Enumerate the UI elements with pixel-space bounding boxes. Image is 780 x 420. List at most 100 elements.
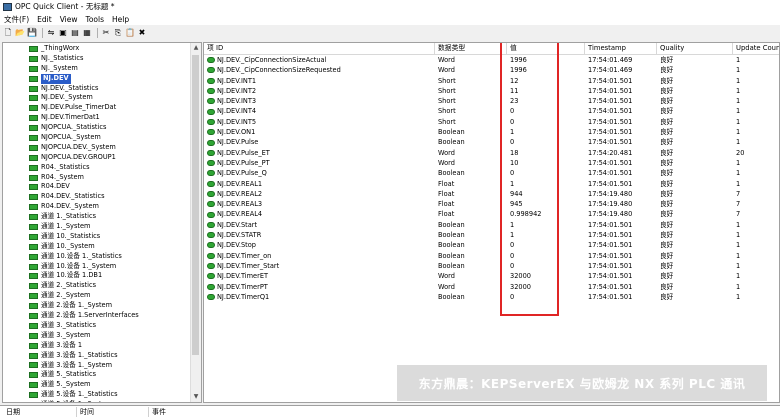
table-row[interactable]: NJ.DEV.Start Boolean 1 17:54:01.501 良好 1: [204, 220, 779, 230]
tree-item[interactable]: NJOPCUA._Statistics: [3, 123, 191, 133]
tree-item[interactable]: 通道 5.设备 1._System: [3, 400, 191, 402]
table-row[interactable]: NJ.DEV.TimerPT Word 32000 17:54:01.501 良好 1: [204, 282, 779, 292]
tree-item[interactable]: R04.DEV: [3, 182, 191, 192]
tree-item[interactable]: R04._Statistics: [3, 163, 191, 173]
table-row[interactable]: NJ.DEV.INT4 Short 0 17:54:01.501 良好 1: [204, 106, 779, 116]
scroll-up-icon[interactable]: ▲: [191, 43, 201, 53]
tree-item[interactable]: 通道 3._System: [3, 331, 191, 341]
tree-item[interactable]: _ThingWorx: [3, 44, 191, 54]
tree-item[interactable]: 通道 10._System: [3, 242, 191, 252]
tree-item[interactable]: 通道 1._System: [3, 222, 191, 232]
save-icon[interactable]: 💾: [27, 28, 37, 38]
tree-item[interactable]: 通道 2._Statistics: [3, 281, 191, 291]
col-header-timestamp[interactable]: Timestamp: [585, 43, 657, 54]
delete-icon[interactable]: ✖: [137, 28, 147, 38]
tree-item[interactable]: 通道 10.设备 1._System: [3, 262, 191, 272]
tree-item[interactable]: NJ.DEV._Statistics: [3, 84, 191, 94]
menu-tools[interactable]: Tools: [82, 15, 108, 24]
tree-item[interactable]: 通道 3.设备 1._Statistics: [3, 351, 191, 361]
event-col-time[interactable]: 时间: [80, 407, 94, 417]
item-id-text: NJ.DEV.TimerPT: [217, 282, 268, 291]
col-header-quality[interactable]: Quality: [657, 43, 733, 54]
tree-item[interactable]: 通道 10.设备 1.DB1: [3, 271, 191, 281]
table-row[interactable]: NJ.DEV.Pulse Boolean 0 17:54:01.501 良好 1: [204, 137, 779, 147]
properties-icon[interactable]: ▦: [82, 28, 92, 38]
table-row[interactable]: NJ.DEV.Timer_on Boolean 0 17:54:01.501 良好 1: [204, 251, 779, 261]
menu-view[interactable]: View: [56, 15, 82, 24]
item-id-cell: NJ.DEV.Start: [204, 220, 435, 230]
tree-item[interactable]: NJ.DEV.Pulse_TimerDat: [3, 103, 191, 113]
table-row[interactable]: NJ.DEV.INT2 Short 11 17:54:01.501 良好 1: [204, 86, 779, 96]
table-row[interactable]: NJ.DEV.ON1 Boolean 1 17:54:01.501 良好 1: [204, 127, 779, 137]
tree-item[interactable]: R04._System: [3, 173, 191, 183]
table-row[interactable]: NJ.DEV.Pulse_ET Word 18 17:54:20.481 良好 20: [204, 148, 779, 158]
item-id-text: NJ.DEV.ON1: [217, 128, 256, 137]
table-row[interactable]: NJ.DEV.REAL3 Float 945 17:54:19.480 良好 7: [204, 199, 779, 209]
tree-item[interactable]: 通道 3.设备 1: [3, 341, 191, 351]
tree-item-label: NJ.DEV.Pulse_TimerDat: [41, 103, 117, 112]
tree-item[interactable]: NJ.DEV.TimerDat1: [3, 113, 191, 123]
col-header-data-type[interactable]: 数据类型: [435, 43, 507, 54]
menu-file[interactable]: 文件(F): [0, 14, 33, 25]
tree-item[interactable]: 通道 5.设备 1._Statistics: [3, 390, 191, 400]
scroll-down-icon[interactable]: ▼: [191, 392, 201, 402]
tree-item[interactable]: 通道 2._System: [3, 291, 191, 301]
tree-item[interactable]: 通道 3._Statistics: [3, 321, 191, 331]
tree-item[interactable]: 通道 2.设备 1._System: [3, 301, 191, 311]
tree-item[interactable]: 通道 10.设备 1._Statistics: [3, 252, 191, 262]
item-id-cell: NJ.DEV.INT3: [204, 96, 435, 106]
table-row[interactable]: NJ.DEV._CipConnectionSizeRequested Word 19…: [204, 65, 779, 75]
table-row[interactable]: NJ.DEV.TimerET Word 32000 17:54:01.501 良好 1: [204, 271, 779, 281]
tree-item[interactable]: R04.DEV._Statistics: [3, 192, 191, 202]
col-header-value[interactable]: 值: [507, 43, 585, 54]
table-row[interactable]: NJ.DEV.REAL1 Float 1 17:54:01.501 良好 1: [204, 179, 779, 189]
item-tag-icon: [207, 242, 215, 249]
col-header-item-id[interactable]: 项 ID: [204, 43, 435, 54]
new-file-icon[interactable]: 🗋: [3, 28, 13, 38]
open-folder-icon[interactable]: 📂: [15, 28, 25, 38]
menu-help[interactable]: Help: [108, 15, 133, 24]
tree-item[interactable]: R04.DEV._System: [3, 202, 191, 212]
table-row[interactable]: NJ.DEV.INT3 Short 23 17:54:01.501 良好 1: [204, 96, 779, 106]
table-row[interactable]: NJ.DEV.Stop Boolean 0 17:54:01.501 良好 1: [204, 240, 779, 250]
table-row[interactable]: NJ.DEV.Timer_Start Boolean 0 17:54:01.501 良好…: [204, 261, 779, 271]
tree-item[interactable]: 通道 1._Statistics: [3, 212, 191, 222]
copy-icon[interactable]: ⎘: [113, 28, 123, 38]
tree-item[interactable]: NJOPCUA.DEV._System: [3, 143, 191, 153]
tree-item[interactable]: 通道 5._System: [3, 380, 191, 390]
cut-icon[interactable]: ✂: [101, 28, 111, 38]
event-col-event[interactable]: 事件: [152, 407, 166, 417]
table-row[interactable]: NJ.DEV.REAL2 Float 944 17:54:19.480 良好 7: [204, 189, 779, 199]
table-row[interactable]: NJ.DEV.STATR Boolean 1 17:54:01.501 良好 1: [204, 230, 779, 240]
tree-item[interactable]: NJ._System: [3, 64, 191, 74]
tree-item[interactable]: NJOPCUA.DEV.GROUP1: [3, 153, 191, 163]
update-count-cell: 1: [736, 292, 741, 301]
table-row[interactable]: NJ.DEV.Pulse_Q Boolean 0 17:54:01.501 良好 1: [204, 168, 779, 178]
table-row[interactable]: NJ.DEV._CipConnectionSizeActual Word 1996 1…: [204, 55, 779, 65]
data-type-cell: Boolean: [438, 231, 465, 240]
tree-scrollbar[interactable]: ▲ ▼: [190, 43, 201, 402]
tree-item[interactable]: NJ.DEV._System: [3, 93, 191, 103]
table-row[interactable]: NJ.DEV.INT5 Short 0 17:54:01.501 良好 1: [204, 117, 779, 127]
add-server-icon[interactable]: ⇋: [46, 28, 56, 38]
tree-item[interactable]: NJOPCUA._System: [3, 133, 191, 143]
table-row[interactable]: NJ.DEV.REAL4 Float 0.998942 17:54:19.480 良好 7: [204, 209, 779, 219]
col-header-update-count[interactable]: Update Count: [733, 43, 779, 54]
table-row[interactable]: NJ.DEV.Pulse_PT Word 10 17:54:01.501 良好 1: [204, 158, 779, 168]
tree-item-label: NJ.DEV.TimerDat1: [41, 113, 100, 122]
paste-icon[interactable]: 📋: [125, 28, 135, 38]
tree-item[interactable]: NJ._Statistics: [3, 54, 191, 64]
event-col-date[interactable]: 日期: [6, 407, 20, 417]
tree-item[interactable]: 通道 2.设备 1.ServerInterfaces: [3, 311, 191, 321]
tree-item[interactable]: 通道 10._Statistics: [3, 232, 191, 242]
add-item-icon[interactable]: ▤: [70, 28, 80, 38]
table-row[interactable]: NJ.DEV.INT1 Short 12 17:54:01.501 良好 1: [204, 76, 779, 86]
add-group-icon[interactable]: ▣: [58, 28, 68, 38]
scroll-thumb[interactable]: [192, 55, 199, 355]
menu-edit[interactable]: Edit: [33, 15, 56, 24]
update-count-cell: 1: [736, 231, 741, 240]
table-row[interactable]: NJ.DEV.TimerQ1 Boolean 0 17:54:01.501 良好 1: [204, 292, 779, 302]
tree-item[interactable]: 通道 3.设备 1._System: [3, 361, 191, 371]
tree-item[interactable]: NJ.DEV: [3, 73, 191, 84]
tree-item[interactable]: 通道 5._Statistics: [3, 370, 191, 380]
